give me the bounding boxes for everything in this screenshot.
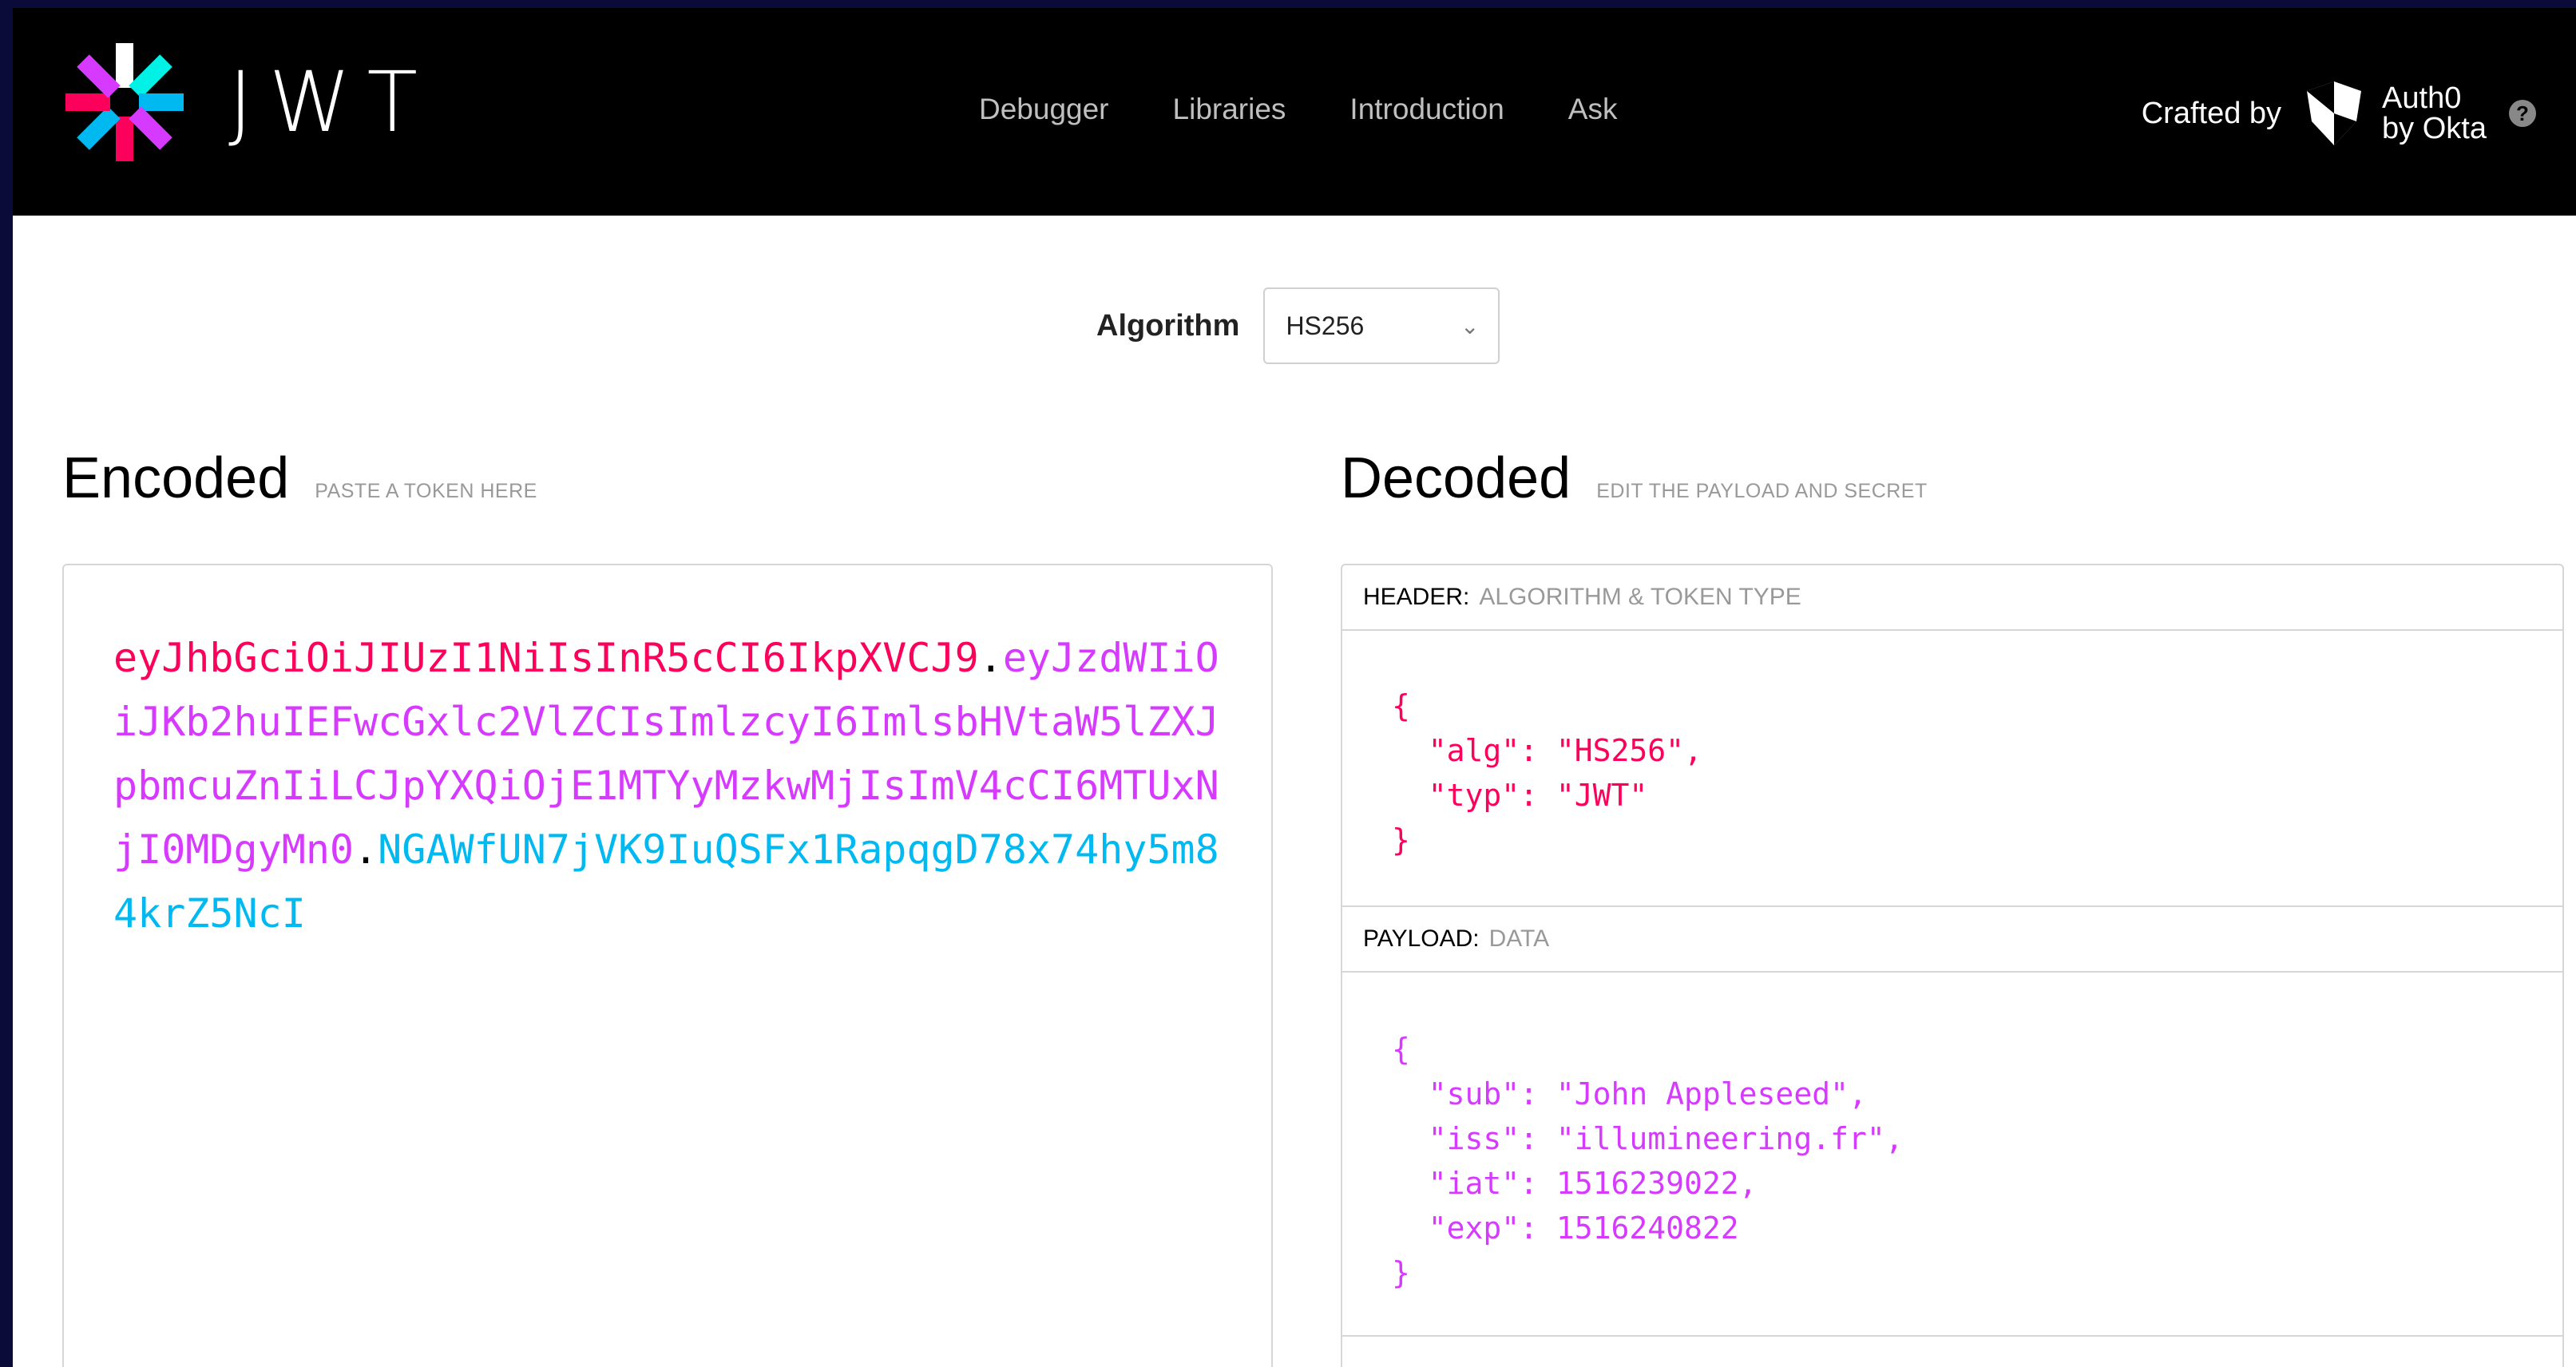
header-section-label: HEADER: ALGORITHM & TOKEN TYPE: [1342, 565, 2562, 631]
token-header-part: eyJhbGciOiJIUzI1NiIsInR5cCI6IkpXVCJ9: [113, 635, 979, 681]
algorithm-select[interactable]: HS256 ⌄: [1263, 287, 1500, 364]
nav-libraries[interactable]: Libraries: [1173, 93, 1286, 126]
auth0-brand-text: Auth0 by Okta: [2382, 83, 2487, 144]
crafted-by[interactable]: Crafted by Auth0 by Okta ?: [2142, 80, 2536, 147]
top-nav-bar: JWT Debugger Libraries Introduction Ask …: [13, 8, 2576, 216]
payload-desc: DATA: [1488, 925, 1550, 952]
logo-wordmark: JWT: [228, 53, 434, 151]
header-json-editor[interactable]: { "alg": "HS256", "typ": "JWT" }: [1342, 631, 2562, 907]
algorithm-label: Algorithm: [1096, 308, 1240, 343]
algorithm-row: Algorithm HS256 ⌄: [1096, 287, 1500, 364]
chevron-down-icon: ⌄: [1460, 313, 1480, 339]
header-label: HEADER:: [1363, 584, 1470, 610]
header-json[interactable]: { "alg": "HS256", "typ": "JWT" }: [1392, 684, 1702, 862]
decoded-subtitle: EDIT THE PAYLOAD AND SECRET: [1596, 480, 1928, 502]
jwt-asterisk-logo-icon: [65, 43, 184, 161]
encoded-token-input[interactable]: eyJhbGciOiJIUzI1NiIsInR5cCI6IkpXVCJ9.eyJ…: [62, 564, 1273, 1367]
nav-debugger[interactable]: Debugger: [979, 93, 1109, 126]
nav-ask[interactable]: Ask: [1568, 93, 1618, 126]
payload-json-editor[interactable]: { "sub": "John Appleseed", "iss": "illum…: [1342, 973, 2562, 1337]
help-circle-icon[interactable]: ?: [2509, 100, 2536, 127]
auth0-shield-icon: [2307, 81, 2362, 145]
auth0-brand-line2: by Okta: [2382, 112, 2487, 145]
payload-label: PAYLOAD:: [1363, 925, 1480, 952]
decoded-heading: Decoded EDIT THE PAYLOAD AND SECRET: [1341, 446, 1928, 511]
nav-introduction[interactable]: Introduction: [1349, 93, 1504, 126]
token-dot-2: .: [354, 826, 378, 873]
page-frame: JWT Debugger Libraries Introduction Ask …: [13, 8, 2576, 1367]
decoded-panel: HEADER: ALGORITHM & TOKEN TYPE { "alg": …: [1341, 564, 2564, 1367]
jwt-logo[interactable]: JWT: [61, 38, 434, 166]
token-dot-1: .: [978, 635, 1003, 681]
encoded-title: Encoded: [62, 446, 290, 510]
encoded-subtitle: PASTE A TOKEN HERE: [315, 480, 537, 502]
encoded-token-text[interactable]: eyJhbGciOiJIUzI1NiIsInR5cCI6IkpXVCJ9.eyJ…: [113, 626, 1231, 945]
decoded-title: Decoded: [1341, 446, 1571, 510]
encoded-heading: Encoded PASTE A TOKEN HERE: [62, 446, 537, 511]
algorithm-value: HS256: [1286, 311, 1365, 340]
payload-section-label: PAYLOAD: DATA: [1342, 907, 2562, 973]
payload-json[interactable]: { "sub": "John Appleseed", "iss": "illum…: [1392, 1027, 1904, 1295]
crafted-by-label: Crafted by: [2141, 96, 2282, 130]
auth0-brand-line1: Auth0: [2382, 81, 2462, 115]
header-desc: ALGORITHM & TOKEN TYPE: [1479, 584, 1801, 610]
main-nav: Debugger Libraries Introduction Ask: [979, 93, 1617, 126]
